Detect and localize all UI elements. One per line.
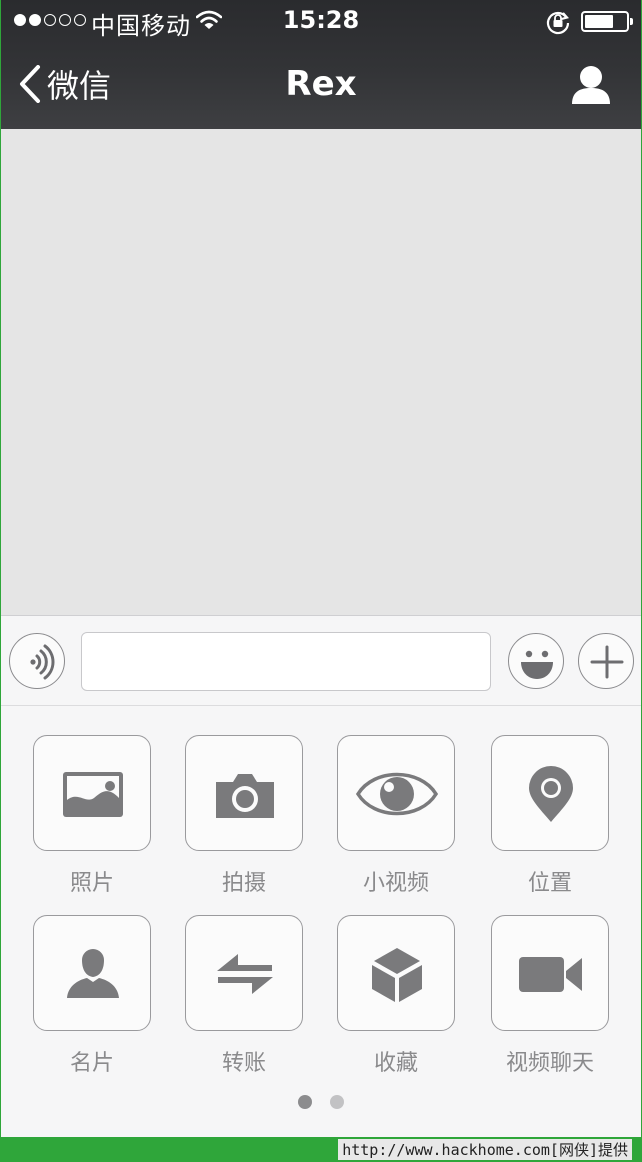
contact-card-button[interactable] [33,915,151,1031]
tile-label: 视频聊天 [505,1051,594,1076]
page-dot[interactable] [330,1095,344,1109]
camera-button[interactable] [185,735,303,851]
voice-toggle-button[interactable] [9,633,65,689]
tile-label: 位置 [527,871,572,896]
nav-bar: 微信 Rex [1,42,641,129]
tile-label: 小视频 [362,871,429,896]
tile-label: 拍摄 [221,871,266,896]
contact-info-button[interactable] [569,64,613,106]
location-button[interactable] [491,735,609,851]
watermark-bar: http://www.hackhome.com[网侠]提供 [0,1137,642,1162]
watermark-text: http://www.hackhome.com[网侠]提供 [338,1139,632,1160]
box-icon [372,948,422,1002]
battery-icon [581,11,633,32]
chat-title: Rex [285,64,357,104]
tile-label: 照片 [69,871,114,896]
tile-label: 转账 [221,1051,266,1076]
plus-icon [590,645,624,679]
transfer-arrows-icon [217,954,273,994]
photo-icon [63,772,123,817]
smiley-icon [521,650,553,679]
page-indicator [1,1095,641,1109]
voice-icon [30,644,55,680]
message-list[interactable] [1,129,641,615]
person-icon [572,66,610,104]
camera-icon [216,774,274,818]
input-toolbar [1,615,641,706]
sight-video-button[interactable] [337,735,455,851]
rotation-lock-icon [545,9,571,39]
video-camera-icon [519,957,582,992]
emoji-button[interactable] [508,633,564,689]
status-bar: 中国移动 15:28 [1,0,641,42]
eye-icon [355,772,439,816]
person-card-icon [67,949,119,998]
transfer-button[interactable] [185,915,303,1031]
attachment-panel: 照片 拍摄 小视频 位置 名片 转账 收藏 视频聊天 [1,706,641,1137]
photos-button[interactable] [33,735,151,851]
tile-label: 收藏 [373,1051,418,1076]
favorites-button[interactable] [337,915,455,1031]
page-dot-active[interactable] [298,1095,312,1109]
message-input[interactable] [81,632,491,691]
location-pin-icon [529,766,573,822]
video-chat-button[interactable] [491,915,609,1031]
chat-screen: 中国移动 15:28 微信 Rex 照片 拍摄 小视频 位置 名片 转账 收藏 … [1,0,641,1137]
tile-label: 名片 [69,1051,114,1076]
more-button[interactable] [578,633,634,689]
top-bar: 中国移动 15:28 微信 Rex [1,0,641,129]
